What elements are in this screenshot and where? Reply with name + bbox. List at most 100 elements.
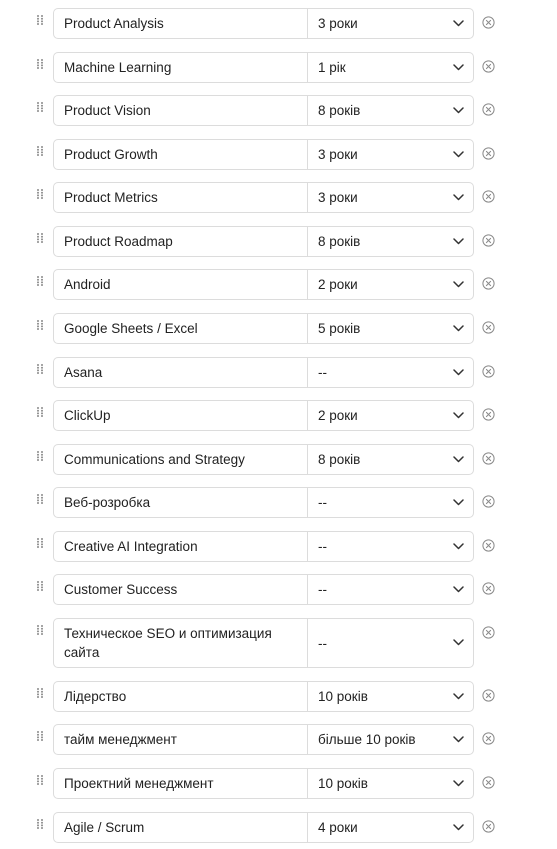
experience-select[interactable]: 8 років [308, 227, 473, 256]
skill-field: Product Growth 3 роки [53, 139, 474, 170]
close-circle-icon[interactable] [482, 365, 495, 378]
drag-handle-icon[interactable] [37, 233, 43, 243]
skill-name-input[interactable]: Проектний менеджмент [54, 769, 308, 798]
experience-select[interactable]: більше 10 років [308, 725, 473, 754]
drag-handle-icon[interactable] [37, 775, 43, 785]
skill-field: Техническое SEO и оптимизация сайта -- [53, 618, 474, 668]
chevron-down-icon [453, 735, 464, 743]
skill-field: Asana -- [53, 357, 474, 388]
chevron-down-icon [453, 237, 464, 245]
experience-select[interactable]: -- [308, 358, 473, 387]
skill-name-input[interactable]: Product Growth [54, 140, 308, 169]
skill-name-input[interactable]: Техническое SEO и оптимизация сайта [54, 619, 308, 667]
close-circle-icon[interactable] [482, 60, 495, 73]
close-circle-icon[interactable] [482, 732, 495, 745]
chevron-down-icon [453, 324, 464, 332]
close-circle-icon[interactable] [482, 689, 495, 702]
skill-row: Product Roadmap 8 років [0, 226, 557, 257]
skill-row: ClickUp 2 роки [0, 400, 557, 431]
skill-field: Machine Learning 1 рік [53, 52, 474, 83]
chevron-down-icon [453, 498, 464, 506]
drag-handle-icon[interactable] [37, 364, 43, 374]
drag-handle-icon[interactable] [37, 15, 43, 25]
experience-value: 8 років [318, 234, 361, 249]
close-circle-icon[interactable] [482, 582, 495, 595]
drag-handle-icon[interactable] [37, 819, 43, 829]
drag-handle-icon[interactable] [37, 538, 43, 548]
skill-name-input[interactable]: Product Metrics [54, 183, 308, 212]
close-circle-icon[interactable] [482, 234, 495, 247]
experience-select[interactable]: -- [308, 575, 473, 604]
skill-name-input[interactable]: Google Sheets / Excel [54, 314, 308, 343]
experience-select[interactable]: 2 роки [308, 401, 473, 430]
close-circle-icon[interactable] [482, 776, 495, 789]
chevron-down-icon [453, 193, 464, 201]
experience-select[interactable]: -- [308, 488, 473, 517]
drag-handle-icon[interactable] [37, 146, 43, 156]
skill-field: Product Metrics 3 роки [53, 182, 474, 213]
skill-row: Product Vision 8 років [0, 95, 557, 126]
chevron-down-icon [453, 19, 464, 27]
experience-select[interactable]: 3 роки [308, 183, 473, 212]
experience-select[interactable]: 8 років [308, 96, 473, 125]
skill-row: Machine Learning 1 рік [0, 52, 557, 83]
experience-value: більше 10 років [318, 732, 416, 747]
close-circle-icon[interactable] [482, 820, 495, 833]
skill-name-input[interactable]: Product Analysis [54, 9, 308, 38]
drag-handle-icon[interactable] [37, 494, 43, 504]
skill-name-input[interactable]: Machine Learning [54, 53, 308, 82]
skill-name-input[interactable]: тайм менеджмент [54, 725, 308, 754]
close-circle-icon[interactable] [482, 626, 495, 639]
close-circle-icon[interactable] [482, 147, 495, 160]
skill-name-input[interactable]: Android [54, 270, 308, 299]
drag-handle-icon[interactable] [37, 189, 43, 199]
experience-select[interactable]: 5 років [308, 314, 473, 343]
experience-select[interactable]: 4 роки [308, 813, 473, 842]
skill-name-input[interactable]: Creative AI Integration [54, 532, 308, 561]
skill-row: Google Sheets / Excel 5 років [0, 313, 557, 344]
skill-name-input[interactable]: ClickUp [54, 401, 308, 430]
skills-list: Product Analysis 3 роки Machine Learning… [0, 0, 557, 849]
drag-handle-icon[interactable] [37, 451, 43, 461]
skill-name-input[interactable]: Product Vision [54, 96, 308, 125]
drag-handle-icon[interactable] [37, 407, 43, 417]
skill-name-input[interactable]: Communications and Strategy [54, 445, 308, 474]
skill-field: Проектний менеджмент 10 років [53, 768, 474, 799]
close-circle-icon[interactable] [482, 321, 495, 334]
close-circle-icon[interactable] [482, 452, 495, 465]
experience-select[interactable]: 3 роки [308, 9, 473, 38]
experience-select[interactable]: 8 років [308, 445, 473, 474]
skill-name-input[interactable]: Customer Success [54, 575, 308, 604]
drag-handle-icon[interactable] [37, 581, 43, 591]
drag-handle-icon[interactable] [37, 688, 43, 698]
skill-name-input[interactable]: Asana [54, 358, 308, 387]
experience-select[interactable]: -- [308, 532, 473, 561]
experience-select[interactable]: 10 років [308, 769, 473, 798]
skill-name-input[interactable]: Product Roadmap [54, 227, 308, 256]
skill-row: Product Metrics 3 роки [0, 182, 557, 213]
experience-select[interactable]: 1 рік [308, 53, 473, 82]
skill-field: ClickUp 2 роки [53, 400, 474, 431]
close-circle-icon[interactable] [482, 495, 495, 508]
close-circle-icon[interactable] [482, 16, 495, 29]
skill-field: Agile / Scrum 4 роки [53, 812, 474, 843]
experience-select[interactable]: 3 роки [308, 140, 473, 169]
drag-handle-icon[interactable] [37, 102, 43, 112]
experience-select[interactable]: 2 роки [308, 270, 473, 299]
close-circle-icon[interactable] [482, 277, 495, 290]
drag-handle-icon[interactable] [37, 320, 43, 330]
experience-value: 2 роки [318, 408, 358, 423]
close-circle-icon[interactable] [482, 103, 495, 116]
close-circle-icon[interactable] [482, 408, 495, 421]
drag-handle-icon[interactable] [37, 731, 43, 741]
skill-name-input[interactable]: Лідерство [54, 682, 308, 711]
skill-name-input[interactable]: Agile / Scrum [54, 813, 308, 842]
drag-handle-icon[interactable] [37, 625, 43, 635]
close-circle-icon[interactable] [482, 190, 495, 203]
experience-select[interactable]: 10 років [308, 682, 473, 711]
close-circle-icon[interactable] [482, 539, 495, 552]
drag-handle-icon[interactable] [37, 59, 43, 69]
drag-handle-icon[interactable] [37, 276, 43, 286]
skill-name-input[interactable]: Веб-розробка [54, 488, 308, 517]
experience-select[interactable]: -- [308, 619, 473, 667]
